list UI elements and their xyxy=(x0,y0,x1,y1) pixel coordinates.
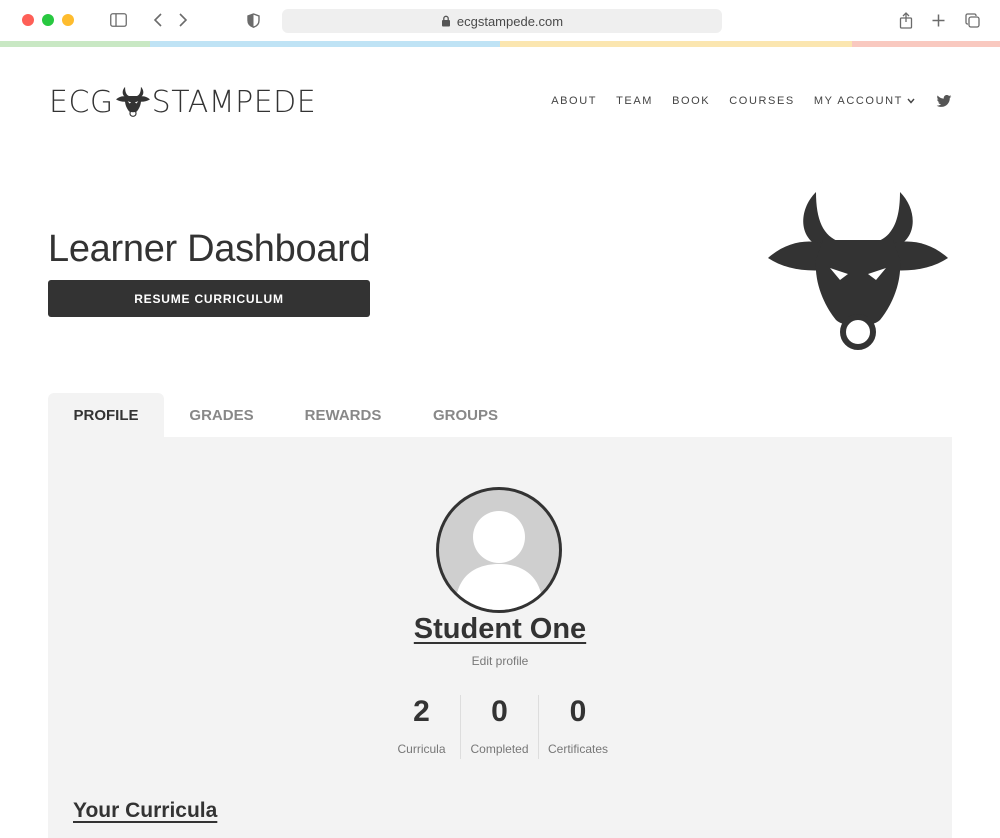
logo-text-right: STAMPEDE xyxy=(151,84,317,120)
user-silhouette-icon xyxy=(455,511,543,610)
student-name: Student One xyxy=(48,613,952,646)
stat-certificates: 0 Certificates xyxy=(539,695,617,759)
nav-my-account[interactable]: MY ACCOUNT xyxy=(814,95,915,107)
stat-label: Completed xyxy=(470,742,529,756)
url-text: ecgstampede.com xyxy=(456,13,564,29)
profile-stats: 2 Curricula 0 Completed 0 Certificates xyxy=(48,695,952,759)
stat-value: 0 xyxy=(569,695,587,728)
stat-value: 2 xyxy=(413,695,430,728)
profile-panel: Student One Edit profile 2 Curricula 0 C… xyxy=(48,437,952,838)
resume-curriculum-button[interactable]: RESUME CURRICULUM xyxy=(48,280,370,317)
strip-segment-red xyxy=(852,41,1000,47)
page-title: Learner Dashboard xyxy=(48,228,371,270)
minimize-window-button[interactable] xyxy=(42,14,54,26)
nav-book[interactable]: BOOK xyxy=(672,95,710,107)
nav-team[interactable]: TEAM xyxy=(616,95,653,107)
forward-arrow-icon[interactable] xyxy=(173,10,193,30)
tab-grades[interactable]: GRADES xyxy=(164,393,279,437)
tab-profile[interactable]: PROFILE xyxy=(48,393,164,437)
tab-groups[interactable]: GROUPS xyxy=(407,393,524,437)
address-bar[interactable]: ecgstampede.com xyxy=(282,9,722,33)
share-icon[interactable] xyxy=(896,10,916,30)
back-arrow-icon[interactable] xyxy=(148,10,168,30)
stat-value: 0 xyxy=(491,695,508,728)
nav-about[interactable]: ABOUT xyxy=(551,95,597,107)
stat-curricula: 2 Curricula xyxy=(383,695,461,759)
bull-logo-icon xyxy=(115,86,150,117)
logo-text-left: ECG xyxy=(49,84,114,120)
student-name-link[interactable]: Student One xyxy=(414,613,586,645)
color-accent-strip xyxy=(0,41,1000,47)
main-nav: ABOUT TEAM BOOK COURSES MY ACCOUNT xyxy=(551,93,952,109)
avatar[interactable] xyxy=(436,487,562,613)
strip-segment-yellow xyxy=(500,41,852,47)
new-tab-icon[interactable] xyxy=(928,10,948,30)
stat-label: Curricula xyxy=(397,742,446,756)
chevron-down-icon xyxy=(907,98,915,104)
tab-overview-icon[interactable] xyxy=(962,10,982,30)
site-logo[interactable]: ECG STAMPEDE xyxy=(49,84,316,120)
nav-my-account-label: MY ACCOUNT xyxy=(813,95,903,107)
strip-segment-green xyxy=(0,41,150,47)
dashboard-tabs: PROFILE GRADES REWARDS GROUPS xyxy=(48,393,524,437)
stat-label: Certificates xyxy=(547,742,609,756)
tab-rewards[interactable]: REWARDS xyxy=(279,393,407,437)
bull-mascot-icon xyxy=(768,192,948,350)
curricula-heading: Your Curricula xyxy=(73,799,217,823)
twitter-icon[interactable] xyxy=(936,93,952,109)
stat-completed: 0 Completed xyxy=(461,695,539,759)
sidebar-toggle-icon[interactable] xyxy=(108,10,128,30)
edit-profile-link[interactable]: Edit profile xyxy=(48,654,952,668)
browser-toolbar: ecgstampede.com xyxy=(0,0,1000,41)
zoom-window-button[interactable] xyxy=(62,14,74,26)
nav-courses[interactable]: COURSES xyxy=(729,95,795,107)
lock-icon xyxy=(441,15,450,27)
strip-segment-blue xyxy=(150,41,500,47)
privacy-shield-icon[interactable] xyxy=(243,10,263,30)
close-window-button[interactable] xyxy=(22,14,34,26)
curricula-heading-text: Your Curricula xyxy=(73,799,218,822)
